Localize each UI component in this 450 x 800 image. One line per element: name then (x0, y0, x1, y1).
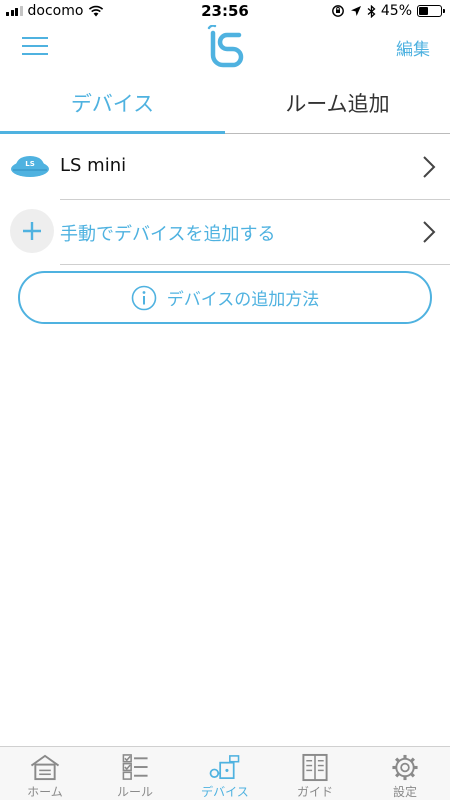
ls-mini-device-icon: LS (11, 156, 49, 177)
orientation-lock-icon (331, 5, 344, 17)
add-device-label: 手動でデバイスを追加する (60, 224, 276, 245)
tab-bar-item-rules[interactable]: ルール (90, 747, 180, 800)
nav-bar: 編集 (0, 22, 450, 72)
hamburger-menu-icon[interactable] (20, 34, 50, 58)
bottom-tab-bar: ホーム ルール デバイス ガイド 設定 (0, 746, 450, 800)
rule-checklist-icon (122, 754, 148, 780)
active-tab-indicator (0, 131, 225, 134)
bluetooth-icon (367, 4, 376, 18)
info-icon (131, 285, 157, 310)
guide-book-icon (302, 753, 328, 782)
tab-bar-label: デバイス (201, 785, 249, 799)
tab-bar-label: 設定 (392, 785, 417, 799)
tab-bar-item-devices[interactable]: デバイス (180, 747, 270, 800)
chevron-right-icon (423, 221, 436, 243)
how-to-add-device-button[interactable]: デバイスの追加方法 (18, 271, 432, 324)
help-button-label: デバイスの追加方法 (166, 290, 320, 310)
tab-bar-label: ガイド (296, 785, 333, 799)
svg-text:LS: LS (25, 160, 35, 168)
status-bar: docomo 23:56 45% (0, 0, 450, 22)
tab-bar-item-home[interactable]: ホーム (0, 747, 90, 800)
list-separator (60, 264, 450, 265)
battery-percent: 45% (380, 3, 412, 19)
device-icon (209, 755, 240, 780)
settings-gear-icon (392, 754, 418, 781)
app-logo (207, 25, 244, 68)
segment-tabs: デバイス ルーム追加 (0, 72, 450, 134)
tab-devices[interactable]: デバイス (0, 72, 225, 134)
device-name: LS mini (60, 155, 127, 176)
add-device-manually-row[interactable]: 手動でデバイスを追加する (0, 200, 450, 264)
plus-icon (10, 209, 54, 253)
device-row-ls-mini[interactable]: LS LS mini (0, 135, 450, 199)
battery-level-fill (419, 7, 429, 15)
tab-bar-item-guide[interactable]: ガイド (270, 747, 360, 800)
chevron-right-icon (423, 156, 436, 178)
tab-bar-item-settings[interactable]: 設定 (360, 747, 450, 800)
tab-bar-label: ルール (116, 785, 153, 799)
tab-bar-label: ホーム (27, 785, 63, 799)
status-right: 45% (331, 3, 445, 19)
edit-button[interactable]: 編集 (396, 35, 430, 60)
location-arrow-icon (350, 6, 361, 16)
battery-icon (417, 5, 445, 17)
tab-add-room[interactable]: ルーム追加 (225, 72, 450, 134)
tab-divider (225, 133, 450, 134)
home-icon (30, 754, 60, 781)
